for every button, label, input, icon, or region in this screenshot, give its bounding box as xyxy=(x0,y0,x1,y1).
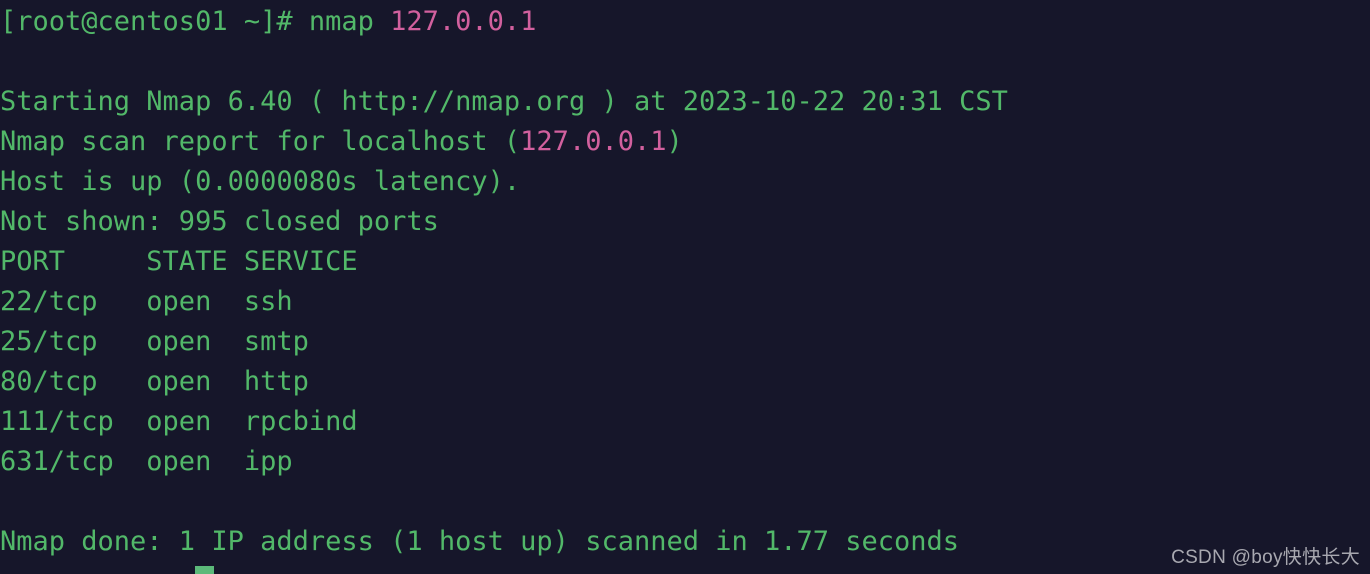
host-status-line: Host is up (0.0000080s latency). xyxy=(0,162,1370,202)
trailing-prompt-text xyxy=(0,566,195,574)
port-row-text: 631/tcp open ipp xyxy=(0,446,293,477)
scan-report-suffix: ) xyxy=(666,126,683,157)
nmap-done-text: Nmap done: 1 IP address (1 host up) scan… xyxy=(0,526,960,557)
port-table-row: 631/tcp open ipp xyxy=(0,442,1370,482)
port-table-header: PORT STATE SERVICE xyxy=(0,242,1370,282)
scan-report-line: Nmap scan report for localhost (127.0.0.… xyxy=(0,122,1370,162)
port-table-header-text: PORT STATE SERVICE xyxy=(0,246,358,277)
port-row-text: 111/tcp open rpcbind xyxy=(0,406,358,437)
shell-prompt: [root@centos01 ~]# xyxy=(0,6,309,37)
port-table-row: 22/tcp open ssh xyxy=(0,282,1370,322)
scan-report-ip: 127.0.0.1 xyxy=(520,126,667,157)
not-shown-line: Not shown: 995 closed ports xyxy=(0,202,1370,242)
port-table-row: 80/tcp open http xyxy=(0,362,1370,402)
port-table-row: 25/tcp open smtp xyxy=(0,322,1370,362)
port-row-text: 22/tcp open ssh xyxy=(0,286,293,317)
terminal-screen: [root@centos01 ~]# nmap 127.0.0.1 Starti… xyxy=(0,2,1370,574)
port-table-row: 111/tcp open rpcbind xyxy=(0,402,1370,442)
scan-report-prefix: Nmap scan report for localhost ( xyxy=(0,126,521,157)
command-argument: 127.0.0.1 xyxy=(390,6,537,37)
terminal-window[interactable]: [root@centos01 ~]# nmap 127.0.0.1 Starti… xyxy=(0,0,1370,574)
port-row-text: 25/tcp open smtp xyxy=(0,326,309,357)
port-row-text: 80/tcp open http xyxy=(0,366,309,397)
command-name: nmap xyxy=(308,6,391,37)
csdn-watermark: CSDN @boy快快长大 xyxy=(1171,547,1360,568)
prompt-line: [root@centos01 ~]# nmap 127.0.0.1 xyxy=(0,2,1370,42)
trailing-prompt-line[interactable] xyxy=(0,562,1370,574)
text-cursor xyxy=(195,566,215,574)
nmap-done-line: Nmap done: 1 IP address (1 host up) scan… xyxy=(0,522,1370,562)
nmap-version-text: Starting Nmap 6.40 ( http://nmap.org ) a… xyxy=(0,86,1008,117)
nmap-version-line: Starting Nmap 6.40 ( http://nmap.org ) a… xyxy=(0,82,1370,122)
not-shown-text: Not shown: 995 closed ports xyxy=(0,206,439,237)
host-status-text: Host is up (0.0000080s latency). xyxy=(0,166,521,197)
